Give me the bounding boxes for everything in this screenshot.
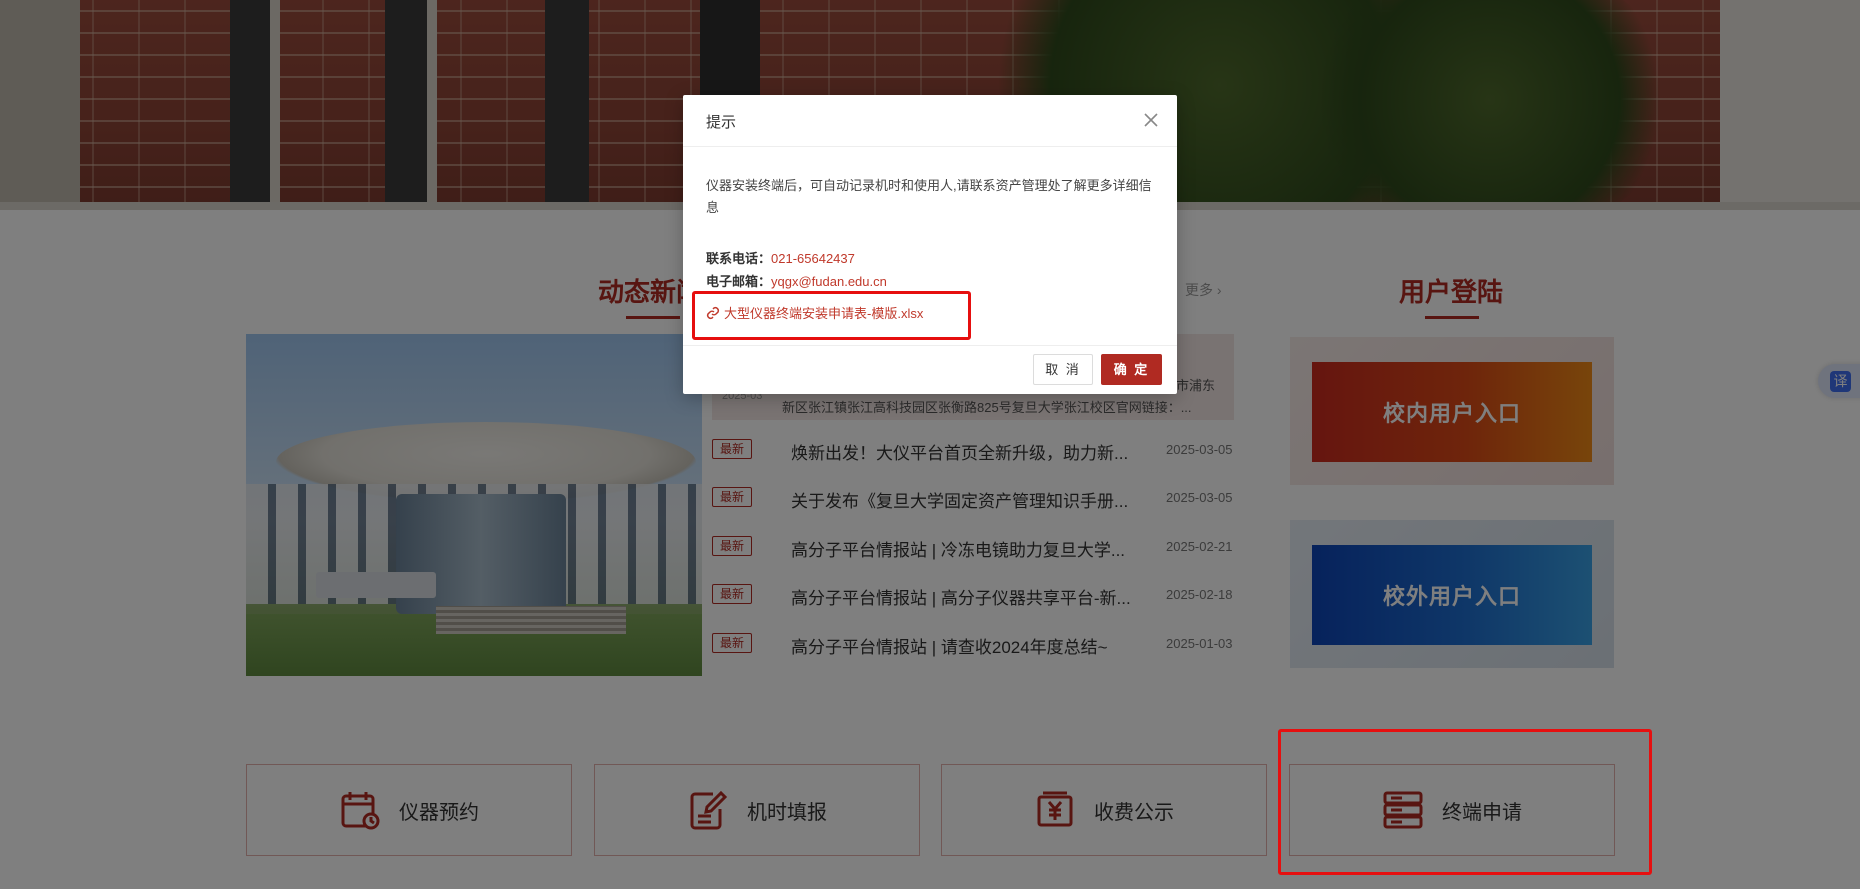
contact-email-row: 电子邮箱：yqgx@fudan.edu.cn bbox=[706, 271, 887, 290]
email-label: 电子邮箱： bbox=[706, 274, 772, 289]
notice-dialog: 提示 仪器安装终端后，可自动记录机时和使用人,请联系资产管理处了解更多详细信息 … bbox=[683, 95, 1177, 394]
template-download-link[interactable]: 大型仪器终端安装申请表-模版.xlsx bbox=[706, 303, 923, 322]
close-icon[interactable] bbox=[1140, 109, 1162, 131]
dialog-title: 提示 bbox=[706, 114, 737, 131]
link-icon bbox=[706, 306, 720, 319]
cancel-button[interactable]: 取 消 bbox=[1033, 354, 1093, 385]
confirm-button[interactable]: 确 定 bbox=[1101, 354, 1162, 385]
email-value[interactable]: yqgx@fudan.edu.cn bbox=[771, 274, 887, 289]
contact-phone-row: 联系电话：021-65642437 bbox=[706, 248, 855, 267]
dialog-header: 提示 bbox=[683, 95, 1177, 147]
dialog-message: 仪器安装终端后，可自动记录机时和使用人,请联系资产管理处了解更多详细信息 bbox=[706, 178, 1152, 215]
phone-value[interactable]: 021-65642437 bbox=[771, 251, 855, 266]
phone-label: 联系电话： bbox=[706, 251, 772, 266]
template-file-name: 大型仪器终端安装申请表-模版.xlsx bbox=[724, 306, 924, 321]
